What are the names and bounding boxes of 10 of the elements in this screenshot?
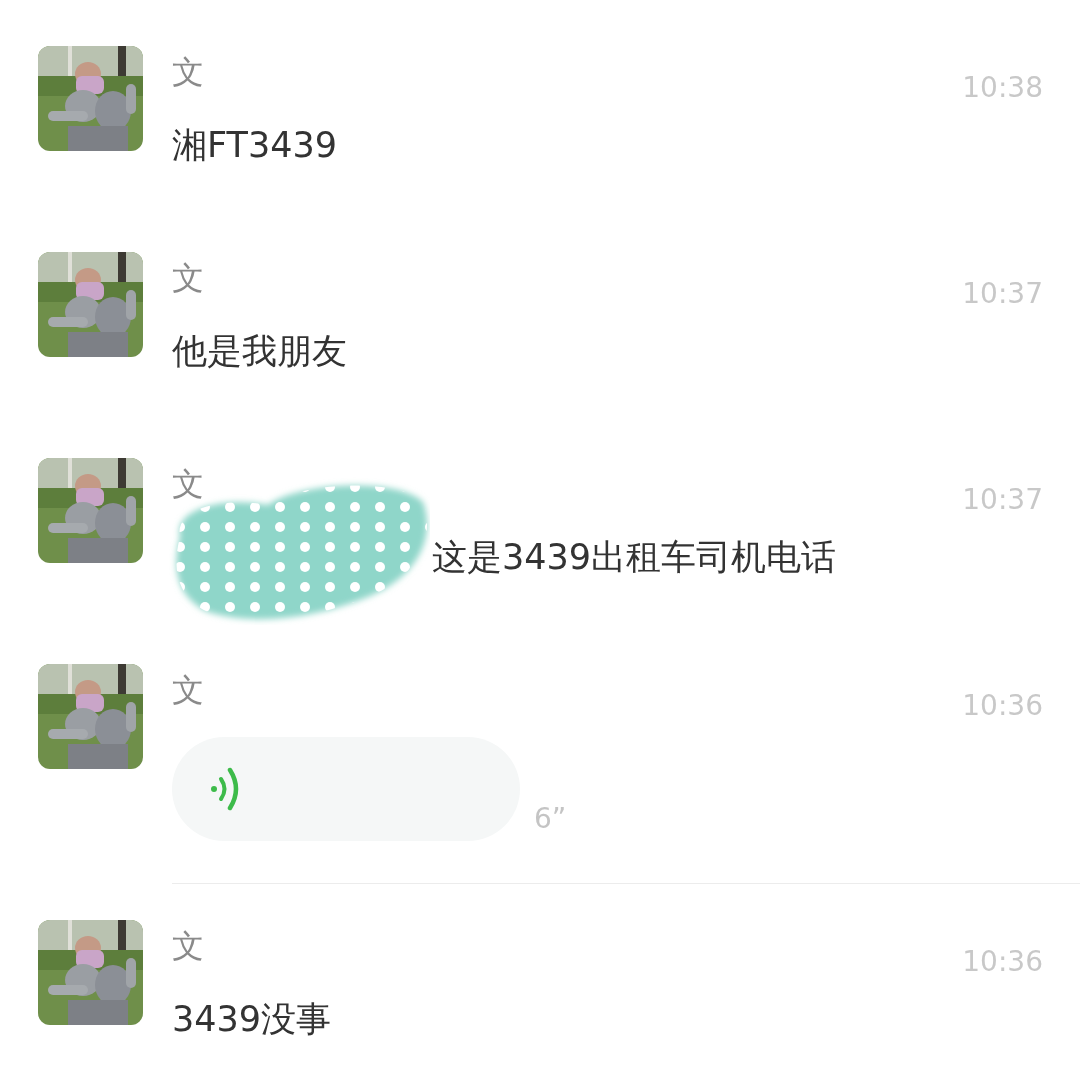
message-text: 3439没事 [172,998,333,1041]
sender-name: 文 [172,670,205,710]
sender-name: 文 [172,926,205,966]
message-text: 这是3439出租车司机电话 [432,537,837,577]
sender-name: 文 [172,258,205,298]
sender-name: 文 [172,464,205,504]
sender-name: 文 [172,52,205,92]
message-text: 他是我朋友 [172,330,348,373]
voice-duration: 6” [534,803,567,835]
message-text: 湘FT3439 [172,124,338,167]
